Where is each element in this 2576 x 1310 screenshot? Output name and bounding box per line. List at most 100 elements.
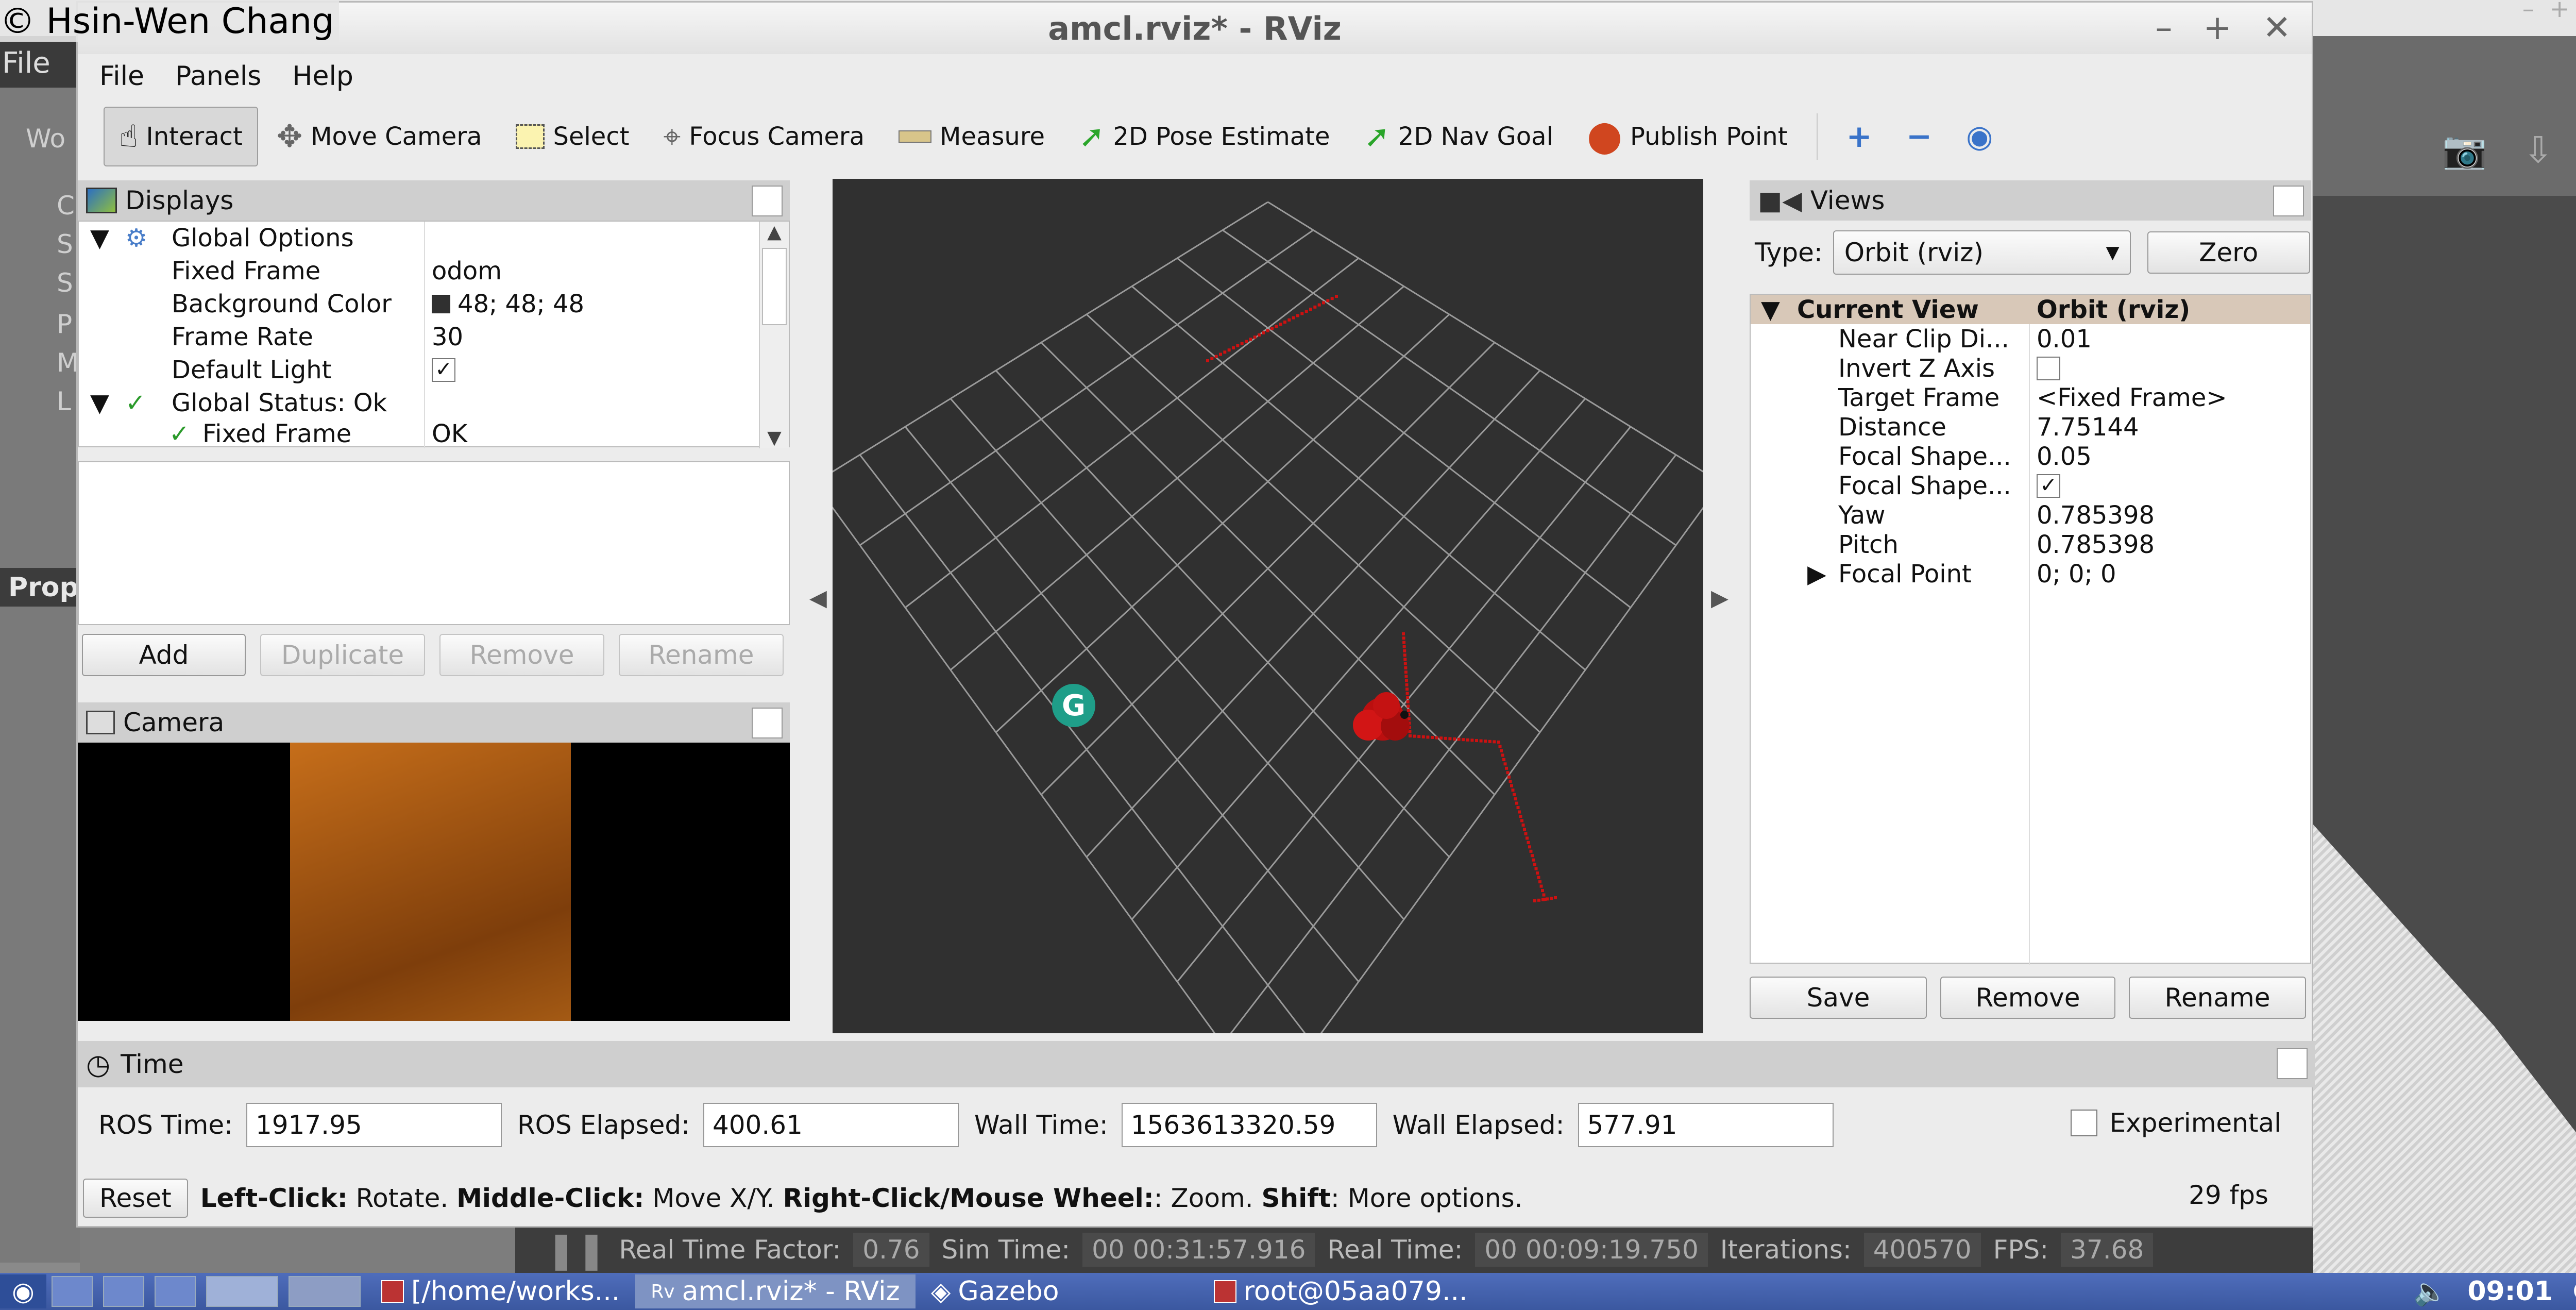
view-row-pitch[interactable]: Pitch 0.785398	[1751, 530, 2310, 559]
scroll-thumb[interactable]	[762, 248, 787, 325]
ros-elapsed-field[interactable]: 400.61	[703, 1103, 959, 1147]
duplicate-button[interactable]: Duplicate	[260, 634, 425, 676]
browser-icon[interactable]	[155, 1276, 196, 1307]
start-menu-icon[interactable]: ◉	[0, 1274, 46, 1308]
reset-button[interactable]: Reset	[83, 1179, 188, 1218]
taskbar-task[interactable]: [/home/works...	[366, 1274, 635, 1308]
expand-arrow-icon[interactable]: ▼	[90, 224, 109, 253]
menu-panels[interactable]: Panels	[175, 61, 261, 92]
collapse-left-arrow-icon[interactable]: ◀	[809, 585, 827, 611]
wall-time-field[interactable]: 1563613320.59	[1121, 1103, 1377, 1147]
background-file-menu[interactable]: File	[2, 46, 50, 80]
view-type-select[interactable]: Orbit (rviz) ▼	[1833, 230, 2131, 275]
remove-button[interactable]: Remove	[439, 634, 604, 676]
experimental-checkbox[interactable]	[2070, 1110, 2097, 1136]
view-row-near-clip[interactable]: Near Clip Di... 0.01	[1751, 324, 2310, 354]
time-undock-checkbox[interactable]	[2277, 1048, 2308, 1079]
taskbar-task-gazebo[interactable]: ◈ Gazebo	[916, 1274, 1075, 1308]
view-row-focal-point[interactable]: ▶ Focal Point 0; 0; 0	[1751, 559, 2310, 589]
displays-undock-checkbox[interactable]	[752, 186, 783, 216]
taskbar-task-rviz[interactable]: Rv amcl.rviz* - RViz	[635, 1274, 916, 1308]
scroll-up-icon[interactable]: ▲	[760, 222, 789, 243]
focal-shape-checkbox[interactable]: ✓	[2037, 474, 2060, 498]
tree-row-global-status[interactable]: ▼ ✓ Global Status: Ok	[79, 387, 759, 419]
expand-arrow-icon[interactable]: ▼	[1761, 295, 1780, 324]
tree-row-default-light[interactable]: Default Light ✓	[79, 354, 759, 387]
interact-tool[interactable]: ☝ Interact	[104, 107, 258, 166]
view-row-target-frame[interactable]: Target Frame <Fixed Frame>	[1751, 383, 2310, 412]
taskbar-task-terminal[interactable]: root@05aa079...	[1198, 1274, 1483, 1308]
background-properties-label: Prop	[0, 568, 79, 607]
rename-view-button[interactable]: Rename	[2129, 977, 2306, 1019]
tree-row-value-group[interactable]: 48; 48; 48	[432, 290, 584, 318]
view-row-focal-shape-size[interactable]: Focal Shape... 0.05	[1751, 442, 2310, 471]
view-row-value[interactable]: 0.785398	[2037, 530, 2155, 559]
camera-icon[interactable]: 📷	[2442, 129, 2487, 172]
menu-file[interactable]: File	[99, 61, 144, 92]
select-tool[interactable]: Select	[500, 107, 645, 166]
render-view[interactable]: G	[833, 179, 1703, 1033]
camera-image[interactable]	[78, 743, 790, 1021]
pose-estimate-tool[interactable]: ➚ 2D Pose Estimate	[1063, 107, 1345, 166]
view-row-value[interactable]: 0.05	[2037, 442, 2092, 471]
scroll-down-icon[interactable]: ▼	[760, 427, 789, 448]
publish-point-tool[interactable]: ⬤ Publish Point	[1572, 107, 1803, 166]
log-icon[interactable]: ⇩	[2523, 129, 2553, 172]
tree-row-global-options[interactable]: ▼ ⚙ Global Options	[79, 222, 759, 255]
collapse-right-arrow-icon[interactable]: ▶	[1711, 585, 1728, 611]
maximize-icon[interactable]: +	[2203, 8, 2231, 47]
view-row-value[interactable]: 0.01	[2037, 325, 2092, 354]
measure-tool[interactable]: Measure	[883, 107, 1060, 166]
view-row-value[interactable]: <Fixed Frame>	[2037, 383, 2227, 412]
pause-icon[interactable]: ❚❚	[546, 1229, 606, 1271]
visibility-tool-button[interactable]: ◉	[1951, 107, 2008, 166]
wall-elapsed-field[interactable]: 577.91	[1578, 1103, 1834, 1147]
expand-arrow-icon[interactable]: ▶	[1807, 560, 1826, 589]
displays-scrollbar[interactable]: ▲ ▼	[759, 222, 789, 448]
expand-arrow-icon[interactable]: ▼	[90, 389, 109, 417]
tree-row-fixed-frame[interactable]: Fixed Frame odom	[79, 255, 759, 288]
camera-undock-checkbox[interactable]	[752, 708, 783, 738]
invert-z-checkbox[interactable]	[2037, 356, 2060, 380]
power-icon[interactable]: ⏻	[2573, 1276, 2576, 1307]
view-row-value[interactable]: 7.75144	[2037, 413, 2139, 442]
save-view-button[interactable]: Save	[1750, 977, 1927, 1019]
close-icon[interactable]: ✕	[2263, 8, 2291, 47]
remove-tool-button[interactable]: −	[1891, 107, 1947, 166]
add-button[interactable]: Add	[82, 634, 246, 676]
chevron-down-icon: ▼	[2106, 242, 2120, 263]
focus-camera-tool[interactable]: ⌖ Focus Camera	[648, 107, 880, 166]
view-row-value[interactable]: 0.785398	[2037, 501, 2155, 530]
volume-icon[interactable]: 🔈	[2414, 1276, 2447, 1307]
tree-row-fixed-frame-status[interactable]: ✓ Fixed Frame OK	[79, 419, 759, 448]
view-row-invert-z[interactable]: Invert Z Axis	[1751, 354, 2310, 383]
files-icon[interactable]	[52, 1276, 93, 1307]
view-row-value[interactable]: 0; 0; 0	[2037, 560, 2116, 589]
blank-desktop-icon[interactable]	[289, 1276, 361, 1307]
nav-goal-tool[interactable]: ➚ 2D Nav Goal	[1349, 107, 1569, 166]
rename-button[interactable]: Rename	[619, 634, 784, 676]
view-row-distance[interactable]: Distance 7.75144	[1751, 412, 2310, 442]
desktop-icon[interactable]	[206, 1276, 278, 1307]
tree-row-value[interactable]: odom	[432, 257, 502, 285]
tree-row-value[interactable]: 30	[432, 323, 463, 351]
move-camera-tool[interactable]: ✥ Move Camera	[261, 107, 498, 166]
clock[interactable]: 09:01	[2467, 1276, 2553, 1307]
minimize-icon[interactable]: –	[2155, 8, 2172, 47]
views-undock-checkbox[interactable]	[2273, 186, 2304, 216]
grammarly-icon[interactable]: G	[1052, 684, 1095, 727]
default-light-checkbox[interactable]: ✓	[432, 358, 455, 382]
view-row-focal-shape-fixed[interactable]: Focal Shape... ✓	[1751, 471, 2310, 500]
laser-point	[1526, 836, 1529, 840]
tree-row-background-color[interactable]: Background Color 48; 48; 48	[79, 288, 759, 321]
tree-row-frame-rate[interactable]: Frame Rate 30	[79, 321, 759, 354]
taskbar-task-label: [/home/works...	[411, 1276, 620, 1307]
add-tool-button[interactable]: +	[1831, 107, 1888, 166]
remove-view-button[interactable]: Remove	[1940, 977, 2115, 1019]
ros-time-field[interactable]: 1917.95	[246, 1103, 502, 1147]
zero-button[interactable]: Zero	[2147, 231, 2310, 274]
terminal-icon[interactable]	[103, 1276, 144, 1307]
view-row-yaw[interactable]: Yaw 0.785398	[1751, 500, 2310, 530]
menu-help[interactable]: Help	[292, 61, 353, 92]
view-row-current-view[interactable]: ▼ Current View Orbit (rviz)	[1751, 295, 2310, 324]
